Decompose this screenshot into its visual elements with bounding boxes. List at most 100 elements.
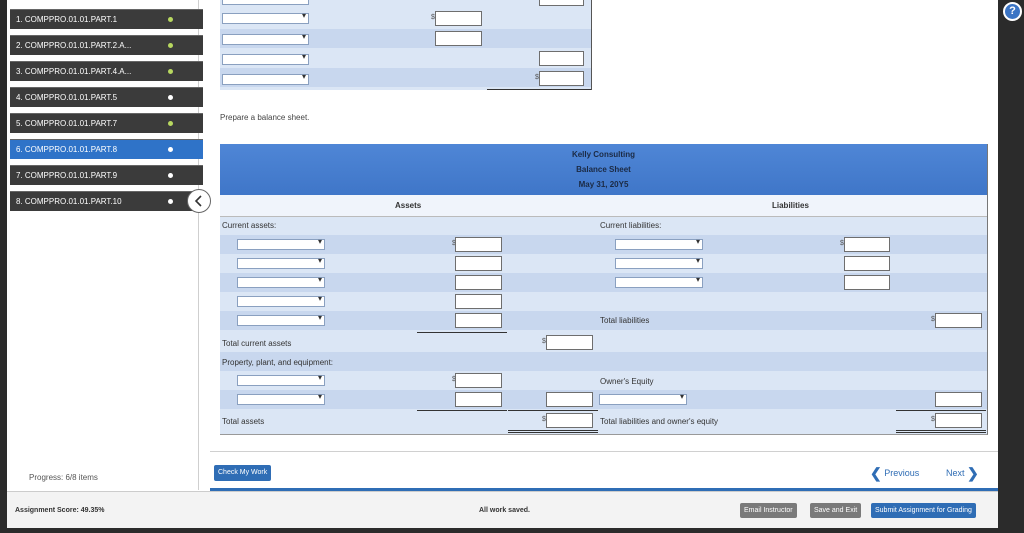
assignment-sidebar: 1. COMPPRO.01.01.PART.1 2. COMPPRO.01.01…: [7, 0, 203, 490]
liability-account-select[interactable]: [615, 256, 703, 269]
liability-account-select[interactable]: [615, 237, 703, 250]
table-row: $ Owner's Equity: [220, 371, 987, 390]
previous-label: Previous: [884, 468, 920, 478]
status-dot-icon: [168, 121, 173, 126]
asset-account-select[interactable]: [237, 313, 325, 326]
total-liabilities-input[interactable]: [935, 313, 982, 328]
chevron-right-icon: ❯: [967, 465, 979, 481]
help-icon[interactable]: ?: [1003, 2, 1022, 21]
sidebar-item-1[interactable]: 1. COMPPRO.01.01.PART.1: [10, 9, 203, 29]
liability-amount-input[interactable]: [844, 237, 890, 252]
divider: [210, 451, 998, 452]
account-select[interactable]: [222, 52, 309, 65]
assets-header: Assets: [395, 201, 422, 210]
next-button[interactable]: Next ❯: [946, 465, 979, 482]
ppe-label: Property, plant, and equipment:: [222, 358, 334, 367]
sidebar-item-8[interactable]: 8. COMPPRO.01.01.PART.10: [10, 191, 203, 211]
main-content: $ $ Prepare a balance sheet. Kelly Consu…: [210, 0, 998, 491]
chevron-left-icon: ❮: [870, 465, 882, 481]
sidebar-item-5[interactable]: 5. COMPPRO.01.01.PART.7: [10, 113, 203, 133]
total-assets-input[interactable]: [546, 413, 593, 428]
asset-amount-input[interactable]: [455, 294, 502, 309]
column-headers: Assets Liabilities: [220, 195, 987, 217]
table-row: [220, 390, 987, 409]
sidebar-item-label: 5. COMPPRO.01.01.PART.7: [16, 119, 118, 128]
ppe-amount-input[interactable]: [455, 373, 502, 388]
sidebar-item-7[interactable]: 7. COMPPRO.01.01.PART.9: [10, 165, 203, 185]
previous-statement-table: $ $: [220, 0, 592, 90]
total-liab-equity-input[interactable]: [935, 413, 982, 428]
amount-input[interactable]: [539, 0, 584, 6]
sidebar-item-4[interactable]: 4. COMPPRO.01.01.PART.5: [10, 87, 203, 107]
equity-amount-input[interactable]: [935, 392, 982, 407]
sidebar-item-label: 8. COMPPRO.01.01.PART.10: [16, 197, 122, 206]
liability-account-select[interactable]: [615, 275, 703, 288]
amount-input[interactable]: [435, 11, 482, 26]
next-label: Next: [946, 468, 965, 478]
asset-amount-input[interactable]: [455, 313, 502, 328]
submit-assignment-button[interactable]: Submit Assignment for Grading: [871, 503, 976, 518]
collapse-sidebar-button[interactable]: [187, 189, 211, 213]
table-row: [220, 292, 987, 311]
sidebar-item-3[interactable]: 3. COMPPRO.01.01.PART.4.A...: [10, 61, 203, 81]
asset-account-select[interactable]: [237, 275, 325, 288]
assignment-score: Assignment Score: 49.35%: [15, 507, 105, 514]
amount-input[interactable]: [435, 31, 482, 46]
liability-amount-input[interactable]: [844, 256, 890, 271]
statement-date: May 31, 20Y5: [578, 180, 629, 189]
current-liabilities-label: Current liabilities:: [600, 221, 662, 230]
ppe-total-input[interactable]: [546, 392, 593, 407]
asset-account-select[interactable]: [237, 237, 325, 250]
account-select[interactable]: [222, 32, 309, 45]
ppe-account-select[interactable]: [237, 392, 325, 405]
amount-input[interactable]: [539, 51, 584, 66]
table-row: [220, 273, 987, 292]
save-and-exit-button[interactable]: Save and Exit: [810, 503, 862, 518]
ppe-amount-input[interactable]: [455, 392, 502, 407]
asset-account-select[interactable]: [237, 294, 325, 307]
liability-amount-input[interactable]: [844, 275, 890, 290]
account-select[interactable]: [222, 72, 309, 85]
chevron-left-icon: [194, 195, 202, 207]
previous-button[interactable]: ❮ Previous: [870, 465, 919, 482]
equity-account-select[interactable]: [599, 392, 687, 405]
amount-input[interactable]: [539, 71, 584, 86]
double-rule: [508, 430, 598, 433]
current-assets-label: Current assets:: [222, 221, 277, 230]
check-my-work-button[interactable]: Check My Work: [214, 465, 272, 481]
asset-amount-input[interactable]: [455, 275, 502, 290]
table-row: Current assets: Current liabilities:: [220, 216, 987, 235]
status-dot-icon: [168, 17, 173, 22]
status-dot-icon: [168, 95, 173, 100]
double-rule: [896, 430, 986, 433]
company-name: Kelly Consulting: [571, 150, 636, 159]
total-assets-label: Total assets: [222, 417, 265, 426]
asset-amount-input[interactable]: [455, 256, 502, 271]
asset-amount-input[interactable]: [455, 237, 502, 252]
total-current-assets-input[interactable]: [546, 335, 593, 350]
ppe-account-select[interactable]: [237, 373, 325, 386]
email-instructor-button[interactable]: Email Instructor: [740, 503, 797, 518]
sidebar-item-label: 4. COMPPRO.01.01.PART.5: [16, 93, 118, 102]
asset-account-select[interactable]: [237, 256, 325, 269]
instruction-text: Prepare a balance sheet.: [220, 113, 310, 122]
progress-label: Progress: 6/8 items: [29, 473, 98, 482]
table-row: Total liabilities $: [220, 311, 987, 330]
sidebar-item-label: 3. COMPPRO.01.01.PART.4.A...: [16, 67, 132, 76]
sidebar-item-label: 2. COMPPRO.01.01.PART.2.A...: [16, 41, 132, 50]
status-dot-icon: [168, 43, 173, 48]
liabilities-header: Liabilities: [772, 201, 809, 210]
table-row: Total current assets $: [220, 333, 987, 352]
table-row: [220, 254, 987, 273]
table-row: Property, plant, and equipment:: [220, 352, 987, 371]
sidebar-item-2[interactable]: 2. COMPPRO.01.01.PART.2.A...: [10, 35, 203, 55]
status-dot-icon: [168, 173, 173, 178]
account-select[interactable]: [222, 11, 309, 24]
status-dot-icon: [168, 199, 173, 204]
status-dot-icon: [168, 147, 173, 152]
table-row: Total assets $ Total liabilities and own…: [220, 411, 987, 430]
account-select[interactable]: [222, 0, 309, 5]
table-row: $ $: [220, 235, 987, 254]
sidebar-item-6[interactable]: 6. COMPPRO.01.01.PART.8: [10, 139, 203, 159]
save-status: All work saved.: [479, 507, 530, 514]
